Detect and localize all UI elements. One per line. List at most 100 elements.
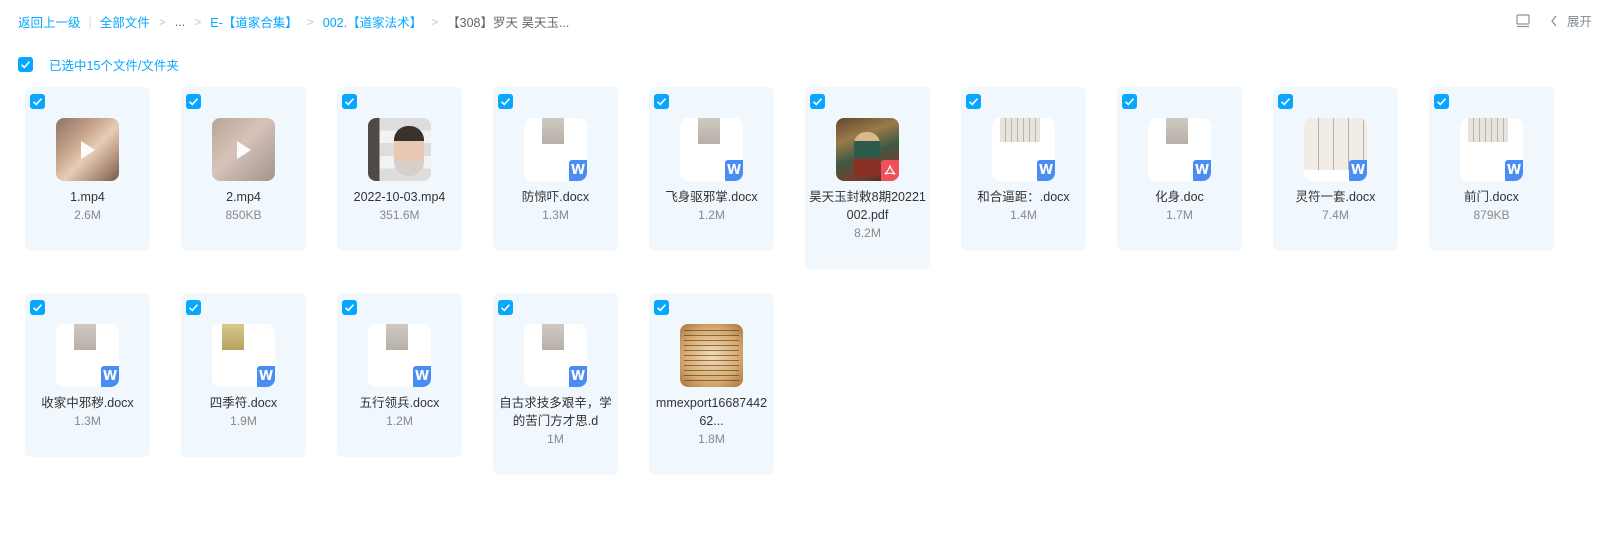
file-size: 1.8M (698, 432, 725, 446)
word-badge-icon: W (725, 160, 743, 181)
word-badge-icon: W (1349, 160, 1367, 181)
file-card[interactable]: W 五行领兵.docx 1.2M (337, 293, 462, 457)
right-toolbar: 展开 (1515, 11, 1592, 30)
file-checkbox[interactable] (186, 300, 201, 315)
panel-layout-icon[interactable] (1515, 13, 1531, 29)
breadcrumb-all-files[interactable]: 全部文件 (100, 12, 150, 31)
file-card[interactable]: W 灵符一套.docx 7.4M (1273, 87, 1398, 251)
file-checkbox[interactable] (186, 94, 201, 109)
file-card[interactable]: 2.mp4 850KB (181, 87, 306, 251)
file-name: 自古求技多艰辛，学的苦门方才思.d (499, 396, 612, 428)
word-document-icon: W (680, 118, 743, 181)
chevron-left-icon[interactable] (1549, 14, 1559, 28)
back-link[interactable]: 返回上一级 (18, 12, 81, 31)
chevron-right-icon: > (158, 14, 166, 29)
breadcrumb-folder-2[interactable]: 002.【道家法术】 (323, 12, 422, 31)
breadcrumb-current: 【308】罗天 昊天玉... (447, 16, 570, 30)
selection-bar: 已选中15个文件/文件夹 (18, 55, 179, 74)
file-name: 昊天玉封敕8期20221002.pdf (809, 190, 926, 222)
word-badge-icon: W (1193, 160, 1211, 181)
file-size: 1.2M (386, 414, 413, 428)
file-card[interactable]: W 化身.doc 1.7M (1117, 87, 1242, 251)
file-card[interactable]: 2022-10-03.mp4 351.6M (337, 87, 462, 251)
file-checkbox[interactable] (810, 94, 825, 109)
file-size: 8.2M (854, 226, 881, 240)
file-name: 1.mp4 (70, 190, 105, 204)
word-document-icon: W (1148, 118, 1211, 181)
file-checkbox[interactable] (966, 94, 981, 109)
video-thumbnail-icon (56, 118, 119, 181)
pdf-document-icon (836, 118, 899, 181)
file-name: 2.mp4 (226, 190, 261, 204)
file-card[interactable]: W 飞身驱邪掌.docx 1.2M (649, 87, 774, 251)
word-badge-icon: W (413, 366, 431, 387)
file-checkbox[interactable] (342, 94, 357, 109)
file-name: 防惊吓.docx (521, 190, 590, 204)
file-card[interactable]: W 前门.docx 879KB (1429, 87, 1554, 251)
video-thumbnail-icon (212, 118, 275, 181)
word-document-icon: W (212, 324, 275, 387)
file-checkbox[interactable] (30, 94, 45, 109)
word-document-icon: W (1460, 118, 1523, 181)
chevron-right-icon: > (431, 14, 439, 29)
word-badge-icon: W (1505, 160, 1523, 181)
file-checkbox[interactable] (1278, 94, 1293, 109)
word-document-icon: W (524, 118, 587, 181)
file-checkbox[interactable] (654, 300, 669, 315)
file-size: 1.7M (1166, 208, 1193, 222)
play-icon (237, 141, 251, 159)
expand-button[interactable]: 展开 (1567, 11, 1592, 30)
play-icon (81, 141, 95, 159)
breadcrumb: 返回上一级 | 全部文件 > ... > E-【道家合集】 > 002.【道家法… (18, 12, 569, 31)
chevron-right-icon: > (194, 14, 202, 29)
file-name: 五行领兵.docx (359, 396, 440, 410)
word-document-icon: W (56, 324, 119, 387)
file-size: 1.2M (698, 208, 725, 222)
word-badge-icon: W (569, 160, 587, 181)
word-badge-icon: W (101, 366, 119, 387)
breadcrumb-folder-1[interactable]: E-【道家合集】 (210, 12, 298, 31)
selection-count: 已选中15个文件/文件夹 (49, 59, 179, 73)
file-name: 2022-10-03.mp4 (353, 190, 446, 204)
file-checkbox[interactable] (498, 94, 513, 109)
divider: | (88, 14, 92, 29)
file-checkbox[interactable] (342, 300, 357, 315)
select-all-checkbox[interactable] (18, 57, 33, 72)
chevron-right-icon: > (306, 14, 314, 29)
file-card[interactable]: 1.mp4 2.6M (25, 87, 150, 251)
file-name: 和合逼距：.docx (977, 190, 1070, 204)
word-document-icon: W (1304, 118, 1367, 181)
file-card[interactable]: W 和合逼距：.docx 1.4M (961, 87, 1086, 251)
file-card[interactable]: W 收家中邪秽.docx 1.3M (25, 293, 150, 457)
file-card[interactable]: W 防惊吓.docx 1.3M (493, 87, 618, 251)
file-size: 1.3M (542, 208, 569, 222)
word-document-icon: W (368, 324, 431, 387)
word-badge-icon: W (1037, 160, 1055, 181)
file-name: 四季符.docx (209, 396, 278, 410)
breadcrumb-ellipsis[interactable]: ... (175, 15, 185, 29)
file-checkbox[interactable] (1434, 94, 1449, 109)
word-badge-icon: W (569, 366, 587, 387)
file-name: mmexport1668744262... (655, 396, 768, 428)
file-size: 1.3M (74, 414, 101, 428)
file-checkbox[interactable] (1122, 94, 1137, 109)
word-badge-icon: W (257, 366, 275, 387)
file-checkbox[interactable] (30, 300, 45, 315)
pdf-badge-icon (881, 160, 899, 181)
file-name: 化身.doc (1155, 190, 1204, 204)
file-card[interactable]: W 四季符.docx 1.9M (181, 293, 306, 457)
file-size: 7.4M (1322, 208, 1349, 222)
file-checkbox[interactable] (498, 300, 513, 315)
word-document-icon: W (992, 118, 1055, 181)
file-card[interactable]: W 自古求技多艰辛，学的苦门方才思.d 1M (493, 293, 618, 475)
file-name: 飞身驱邪掌.docx (665, 190, 758, 204)
word-document-icon: W (524, 324, 587, 387)
top-bar: 返回上一级 | 全部文件 > ... > E-【道家合集】 > 002.【道家法… (0, 0, 1610, 40)
file-size: 850KB (225, 208, 262, 222)
file-card[interactable]: 昊天玉封敕8期20221002.pdf 8.2M (805, 87, 930, 269)
file-card[interactable]: mmexport1668744262... 1.8M (649, 293, 774, 475)
file-size: 1.4M (1010, 208, 1037, 222)
file-name: 收家中邪秽.docx (41, 396, 134, 410)
file-checkbox[interactable] (654, 94, 669, 109)
file-size: 1.9M (230, 414, 257, 428)
